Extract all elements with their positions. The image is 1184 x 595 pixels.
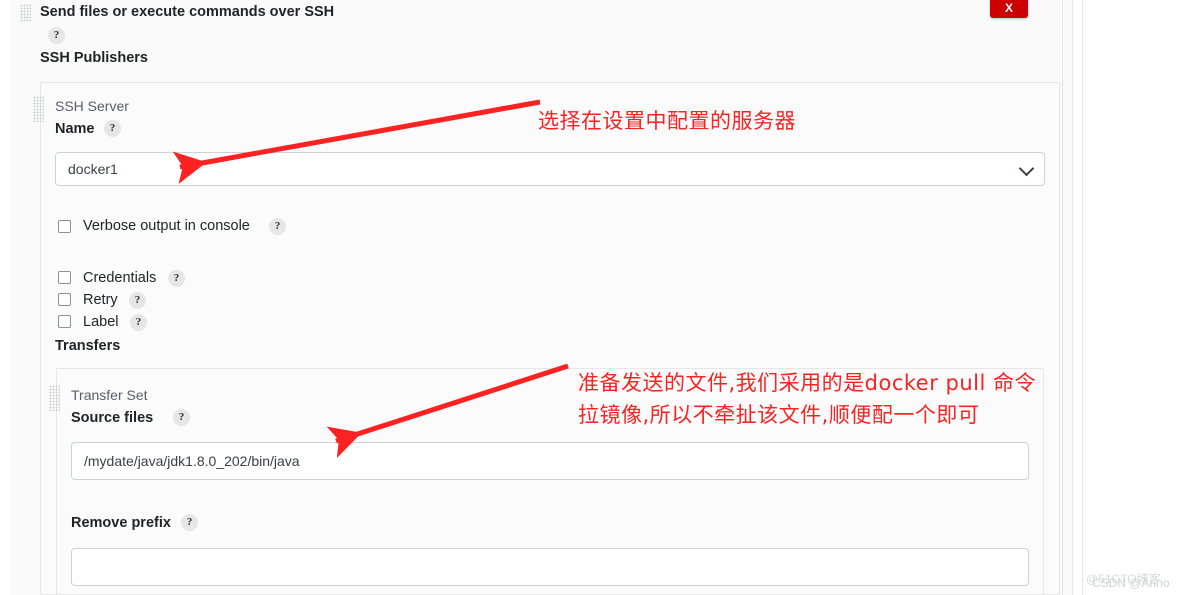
panel-divider-2	[1072, 0, 1073, 595]
drag-handle-transfer-set[interactable]	[49, 385, 60, 411]
help-icon-verbose-output[interactable]: ?	[269, 218, 286, 235]
help-icon-label[interactable]: ?	[130, 314, 147, 331]
checkbox-credentials[interactable]	[58, 271, 71, 284]
help-icon-source-files[interactable]: ?	[173, 409, 190, 426]
ssh-server-panel-title: SSH Server	[55, 98, 129, 114]
canvas-left-gutter	[0, 0, 10, 595]
ssh-publishers-heading: SSH Publishers	[40, 50, 148, 66]
page-title: Send files or execute commands over SSH	[40, 4, 335, 20]
transfers-heading: Transfers	[55, 338, 121, 354]
annotation-server-note: 选择在设置中配置的服务器	[538, 109, 796, 133]
label-credentials[interactable]: Credentials	[83, 270, 156, 286]
chevron-down-icon	[1018, 160, 1035, 177]
remove-prefix-label: Remove prefix	[71, 515, 171, 531]
transfer-set-panel-title: Transfer Set	[71, 387, 148, 403]
label-label[interactable]: Label	[83, 314, 118, 330]
ssh-server-name-value: docker1	[68, 161, 118, 177]
help-icon-credentials[interactable]: ?	[168, 270, 185, 287]
checkbox-label[interactable]	[58, 315, 71, 328]
label-verbose-output[interactable]: Verbose output in console	[83, 218, 250, 234]
annotation-files-note-line1: 准备发送的文件,我们采用的是docker pull 命令	[578, 371, 1037, 395]
panel-divider-1	[1062, 0, 1063, 595]
ssh-server-name-select[interactable]: docker1	[55, 152, 1045, 186]
source-files-input[interactable]: /mydate/java/jdk1.8.0_202/bin/java	[71, 442, 1029, 480]
checkbox-verbose-output[interactable]	[58, 220, 71, 233]
label-retry[interactable]: Retry	[83, 292, 118, 308]
source-files-label: Source files	[71, 410, 154, 426]
drag-handle-ssh-server[interactable]	[33, 96, 44, 122]
help-icon-root[interactable]: ?	[48, 27, 65, 44]
close-button[interactable]: X	[990, 0, 1028, 18]
help-icon-name[interactable]: ?	[104, 120, 121, 137]
remove-prefix-input[interactable]	[71, 548, 1029, 586]
checkbox-retry[interactable]	[58, 293, 71, 306]
source-files-value: /mydate/java/jdk1.8.0_202/bin/java	[84, 453, 300, 469]
drag-handle-root[interactable]	[20, 4, 31, 22]
help-icon-remove-prefix[interactable]: ?	[181, 514, 198, 531]
watermark-csdn: CSDN @Arino	[1092, 576, 1170, 590]
page-right-blank	[1083, 0, 1184, 595]
help-icon-retry[interactable]: ?	[129, 292, 146, 309]
name-label: Name	[55, 121, 95, 137]
annotation-files-note-line2: 拉镜像,所以不牵扯该文件,顺便配一个即可	[578, 403, 980, 427]
